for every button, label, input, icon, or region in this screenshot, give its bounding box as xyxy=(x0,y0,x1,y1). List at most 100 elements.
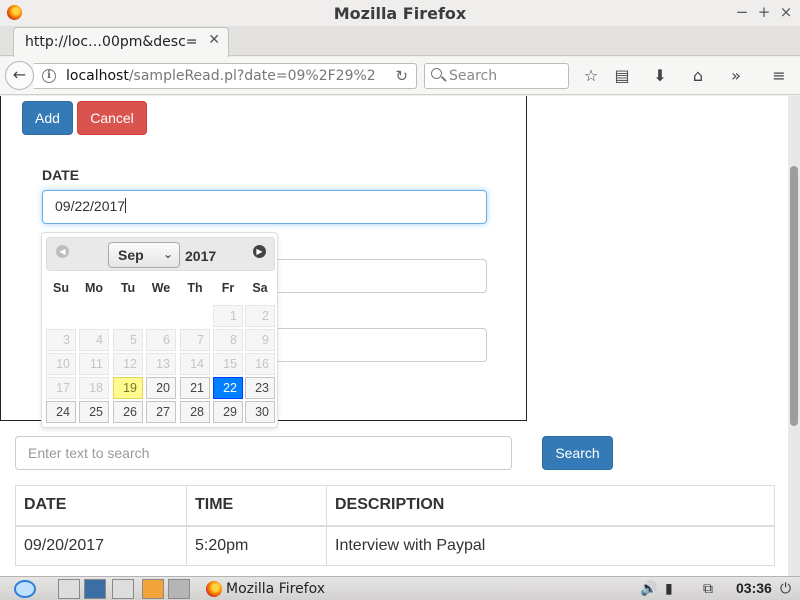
day-cell-selected[interactable]: 22 xyxy=(213,377,243,399)
desktop-icon[interactable] xyxy=(168,579,190,599)
cancel-button[interactable]: Cancel xyxy=(77,101,147,135)
tab-strip: http://loc…00pm&desc= ✕ + xyxy=(0,26,800,77)
search-bar-placeholder: Search xyxy=(449,68,498,84)
day-cell: 3 xyxy=(46,329,76,351)
tab-active[interactable]: http://loc…00pm&desc= ✕ xyxy=(13,27,229,57)
day-cell[interactable]: 21 xyxy=(180,377,210,399)
weekday-label: Mo xyxy=(84,281,104,295)
day-cell[interactable]: 23 xyxy=(245,377,275,399)
scrollbar-thumb[interactable] xyxy=(790,166,798,426)
overflow-chevron-icon[interactable]: » xyxy=(725,65,747,87)
cell-date: 09/20/2017 xyxy=(15,525,187,566)
day-cell: 14 xyxy=(180,353,210,375)
weekday-label: Su xyxy=(53,281,69,295)
day-cell: 5 xyxy=(113,329,143,351)
day-cell: 16 xyxy=(245,353,275,375)
day-cell: 11 xyxy=(79,353,109,375)
prev-month-icon[interactable]: ◀ xyxy=(56,245,69,258)
minimize-icon[interactable]: − xyxy=(732,2,752,22)
day-cell: 12 xyxy=(113,353,143,375)
entries-table: DATE TIME DESCRIPTION 09/20/2017 5:20pm … xyxy=(15,485,775,566)
table-row[interactable]: 09/20/2017 5:20pm Interview with Paypal xyxy=(15,525,775,566)
month-select[interactable]: Sep ⌄ xyxy=(108,242,180,268)
day-cell[interactable]: 25 xyxy=(79,401,109,423)
day-cell: 17 xyxy=(46,377,76,399)
date-input[interactable]: 09/22/2017 xyxy=(42,190,487,224)
search-icon xyxy=(431,68,442,79)
close-window-icon[interactable]: × xyxy=(776,2,796,22)
navigation-toolbar: i localhost/sampleRead.pl?date=09%2F29%2… xyxy=(0,57,800,95)
page-scrollbar[interactable] xyxy=(788,96,800,576)
weekday-label: We xyxy=(151,281,171,295)
task-label: Mozilla Firefox xyxy=(226,581,326,597)
home-icon[interactable]: ⌂ xyxy=(687,65,709,87)
hamburger-menu-icon[interactable]: ≡ xyxy=(768,65,790,87)
reload-icon[interactable]: ↻ xyxy=(395,67,408,85)
weekday-label: Tu xyxy=(120,281,136,295)
battery-icon[interactable]: ▮ xyxy=(665,581,673,597)
col-header-time: TIME xyxy=(186,485,327,527)
table-header-row: DATE TIME DESCRIPTION xyxy=(15,485,775,527)
weekday-label: Th xyxy=(187,281,203,295)
search-button[interactable]: Search xyxy=(542,436,613,470)
day-cell: 8 xyxy=(213,329,243,351)
search-bar[interactable]: Search xyxy=(424,63,569,89)
date-label: DATE xyxy=(42,167,80,183)
day-cell: 9 xyxy=(245,329,275,351)
day-cell: 1 xyxy=(213,305,243,327)
day-cell: 10 xyxy=(46,353,76,375)
url-bar[interactable]: i localhost/sampleRead.pl?date=09%2F29%2… xyxy=(34,63,417,89)
day-cell[interactable]: 26 xyxy=(113,401,143,423)
reading-list-icon[interactable]: ▤ xyxy=(611,65,633,87)
volume-icon[interactable]: 🔊 xyxy=(640,581,657,597)
col-header-date: DATE xyxy=(15,485,187,527)
firefox-launcher-icon[interactable] xyxy=(142,579,164,599)
datepicker-header: ◀ Sep ⌄ 2017 ▶ xyxy=(46,237,275,271)
taskbar: Mozilla Firefox 🔊 ▮ ⧉ 03:36 ⏻ xyxy=(0,576,800,600)
back-button[interactable]: ← xyxy=(5,61,34,90)
window-title: Mozilla Firefox xyxy=(333,4,467,23)
url-text[interactable]: localhost/sampleRead.pl?date=09%2F29%2 xyxy=(66,68,386,84)
year-label: 2017 xyxy=(185,248,217,264)
col-header-description: DESCRIPTION xyxy=(326,485,775,527)
bookmark-star-icon[interactable]: ☆ xyxy=(580,65,602,87)
maximize-icon[interactable]: + xyxy=(754,2,774,22)
window-icon[interactable] xyxy=(112,579,134,599)
tab-close-icon[interactable]: ✕ xyxy=(208,32,220,48)
cell-description: Interview with Paypal xyxy=(326,525,775,566)
site-info-icon[interactable]: i xyxy=(42,69,56,83)
day-cell: 4 xyxy=(79,329,109,351)
start-menu-button[interactable] xyxy=(4,578,48,600)
day-cell[interactable]: 29 xyxy=(213,401,243,423)
day-cell[interactable]: 30 xyxy=(245,401,275,423)
power-icon[interactable]: ⏻ xyxy=(780,581,791,597)
day-cell: 2 xyxy=(245,305,275,327)
datepicker: ◀ Sep ⌄ 2017 ▶ Su Mo Tu We Th Fr Sa 1 2 3 4 5 6 7 8 9 10 1… xyxy=(41,232,278,428)
terminal-icon[interactable] xyxy=(84,579,106,599)
arrow-left-icon: ← xyxy=(12,65,27,84)
day-cell[interactable]: 20 xyxy=(146,377,176,399)
cell-time: 5:20pm xyxy=(186,525,327,566)
network-icon[interactable]: ⧉ xyxy=(703,581,713,597)
clock: 03:36 xyxy=(736,580,772,596)
tab-label: http://loc…00pm&desc= xyxy=(25,34,198,50)
day-cell: 7 xyxy=(180,329,210,351)
next-month-icon[interactable]: ▶ xyxy=(253,245,266,258)
window-titlebar: Mozilla Firefox − + × xyxy=(0,0,800,26)
day-cell-today[interactable]: 19 xyxy=(113,377,143,399)
start-menu-icon xyxy=(14,580,36,598)
search-input[interactable]: Enter text to search xyxy=(15,436,512,470)
day-cell[interactable]: 24 xyxy=(46,401,76,423)
day-cell: 15 xyxy=(213,353,243,375)
taskbar-firefox-task[interactable]: Mozilla Firefox xyxy=(202,579,332,599)
weekday-label: Sa xyxy=(252,281,268,295)
weekday-label: Fr xyxy=(221,281,235,295)
add-button[interactable]: Add xyxy=(22,101,73,135)
day-cell[interactable]: 28 xyxy=(180,401,210,423)
firefox-icon xyxy=(206,581,222,597)
file-manager-icon[interactable] xyxy=(58,579,80,599)
page-content: Add Cancel DATE 09/22/2017 ◀ Sep ⌄ 2017 ▶… xyxy=(0,96,788,576)
downloads-icon[interactable]: ⬇ xyxy=(649,65,671,87)
day-cell: 18 xyxy=(79,377,109,399)
day-cell[interactable]: 27 xyxy=(146,401,176,423)
